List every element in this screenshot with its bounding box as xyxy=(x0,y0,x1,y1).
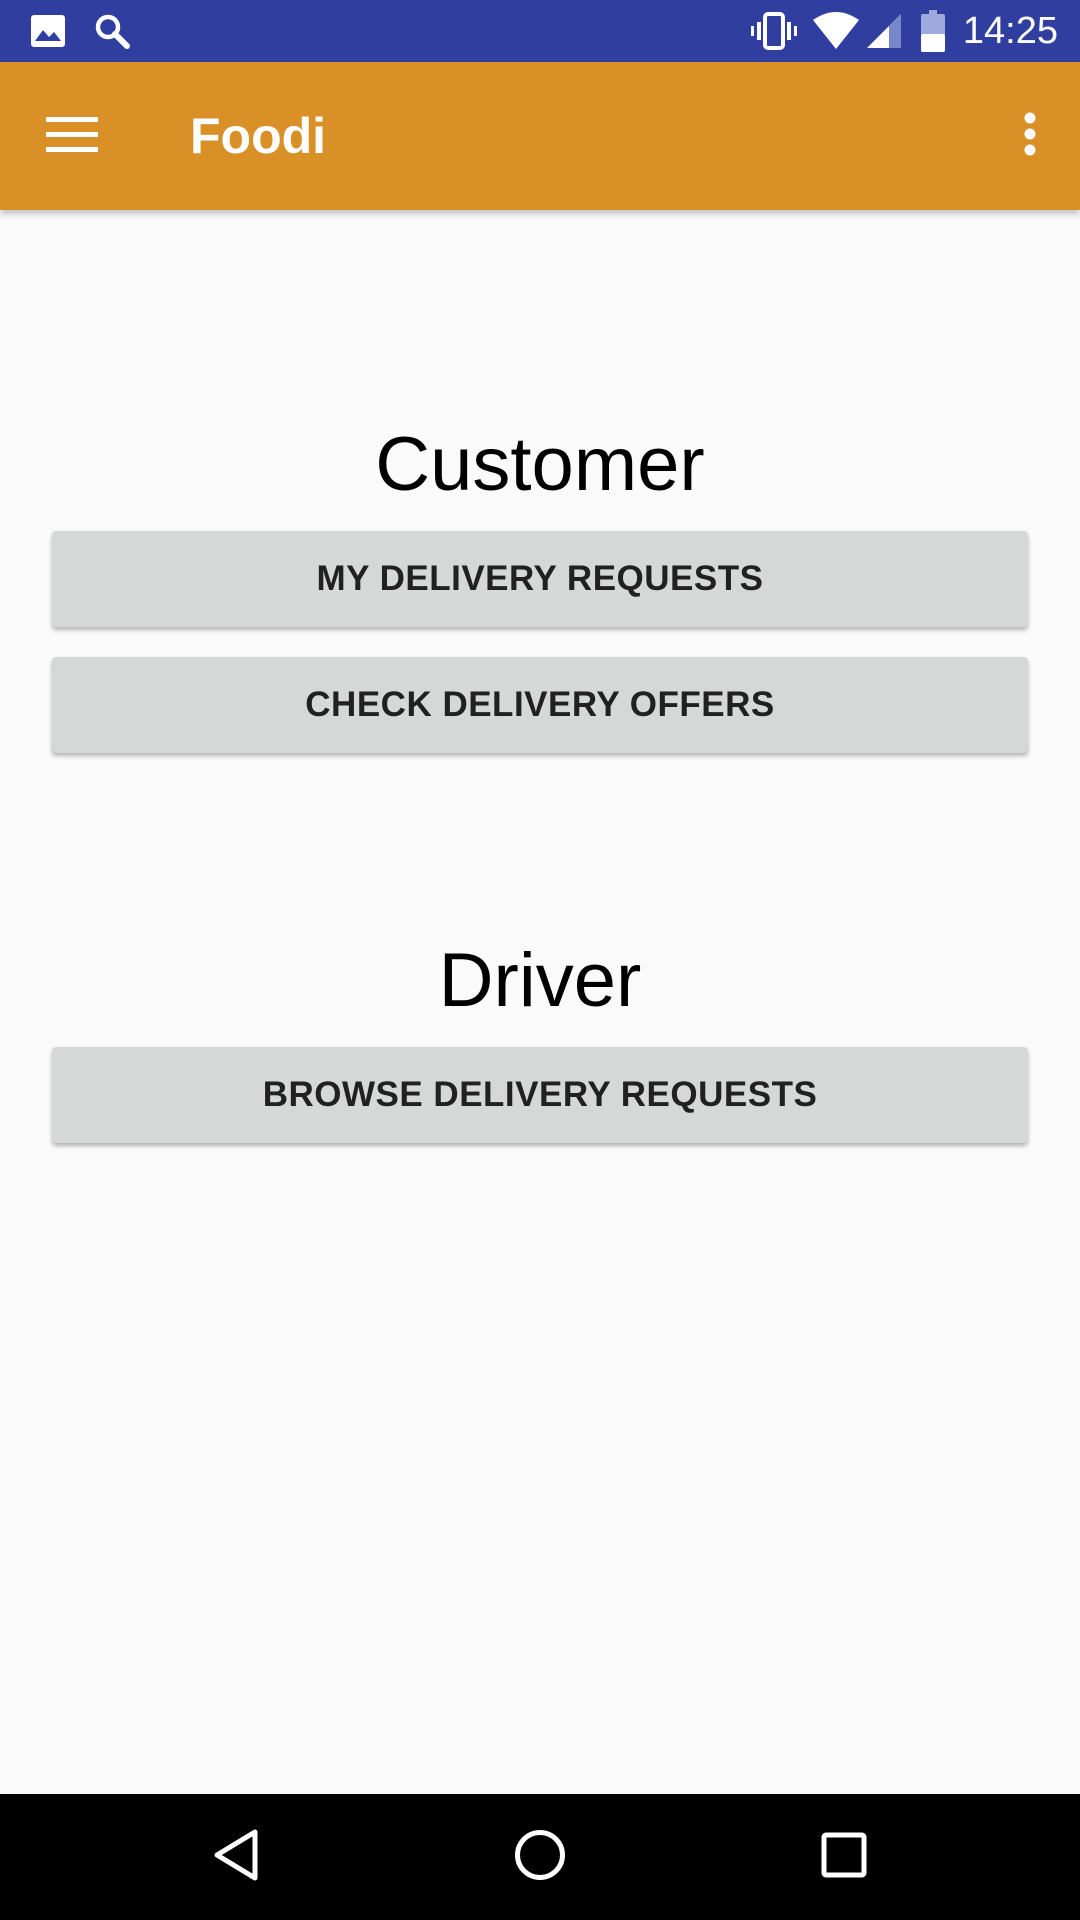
recents-button[interactable] xyxy=(774,1794,914,1920)
app-bar: Foodi xyxy=(0,62,1080,210)
home-button[interactable] xyxy=(470,1794,610,1920)
overflow-menu-button[interactable] xyxy=(1000,86,1060,186)
status-bar: 14:25 xyxy=(0,0,1080,62)
battery-icon xyxy=(916,0,950,62)
browse-delivery-requests-button[interactable]: BROWSE DELIVERY REQUESTS xyxy=(52,1047,1028,1143)
app-title: Foodi xyxy=(190,108,327,164)
cell-signal-icon xyxy=(862,0,906,62)
more-vert-icon xyxy=(1023,112,1037,161)
status-time: 14:25 xyxy=(962,10,1058,52)
check-delivery-offers-button[interactable]: CHECK DELIVERY OFFERS xyxy=(52,657,1028,753)
home-icon xyxy=(514,1829,566,1886)
navigation-bar xyxy=(0,1794,1080,1920)
back-icon xyxy=(213,1829,259,1886)
driver-heading: Driver xyxy=(438,938,642,1023)
customer-heading: Customer xyxy=(375,422,705,507)
my-delivery-requests-button[interactable]: MY DELIVERY REQUESTS xyxy=(52,531,1028,627)
screen: 14:25 Foodi Customer MY DELIVERY REQUEST… xyxy=(0,0,1080,1920)
menu-button[interactable] xyxy=(24,86,120,186)
image-icon xyxy=(26,0,70,62)
hamburger-menu-icon xyxy=(46,115,98,158)
search-icon xyxy=(90,0,134,62)
back-button[interactable] xyxy=(166,1794,306,1920)
recents-icon xyxy=(821,1832,867,1883)
wifi-icon xyxy=(810,0,862,62)
vibrate-icon xyxy=(748,0,800,62)
